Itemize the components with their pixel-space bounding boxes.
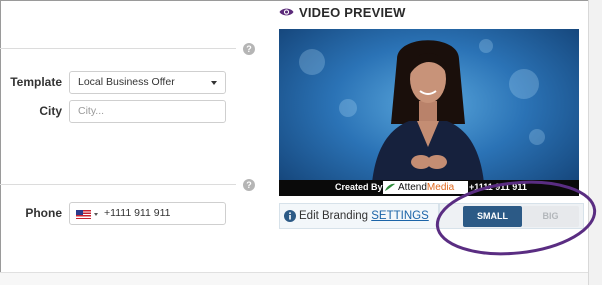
chevron-down-icon [94,213,98,216]
city-input-placeholder: City... [78,105,105,117]
video-preview-title: VIDEO PREVIEW [299,5,406,20]
template-select[interactable]: Local Business Offer [69,71,226,94]
help-icon[interactable]: ? [243,43,255,55]
phone-label: Phone [25,206,62,220]
help-icon[interactable]: ? [243,179,255,191]
phone-input[interactable]: +1111 911 911 [69,202,226,225]
edit-branding-row: Edit Branding SETTINGS [279,203,439,229]
section-divider [0,184,236,185]
phone-input-value: +1111 911 911 [104,207,171,219]
chevron-down-icon [211,81,217,85]
us-flag-icon[interactable] [76,210,91,219]
eye-icon [279,8,294,16]
bottom-edge [0,272,588,285]
edit-branding-label: Edit Branding [299,210,369,222]
info-icon [284,210,296,222]
city-label: City [39,104,62,118]
video-preview-player[interactable]: Created By: AttendMedia +1111 911 911 [279,29,579,196]
template-select-value: Local Business Offer [78,76,175,88]
logo-mark-icon [385,183,395,191]
created-by-label: Created By: [335,182,386,192]
settings-link[interactable]: SETTINGS [371,210,429,222]
city-input[interactable]: City... [69,100,226,123]
logo-text-attend: Attend [398,182,427,193]
highlight-oval-annotation [435,180,597,256]
presenter-image [371,40,485,196]
template-label: Template [10,75,62,89]
section-divider [0,48,236,49]
